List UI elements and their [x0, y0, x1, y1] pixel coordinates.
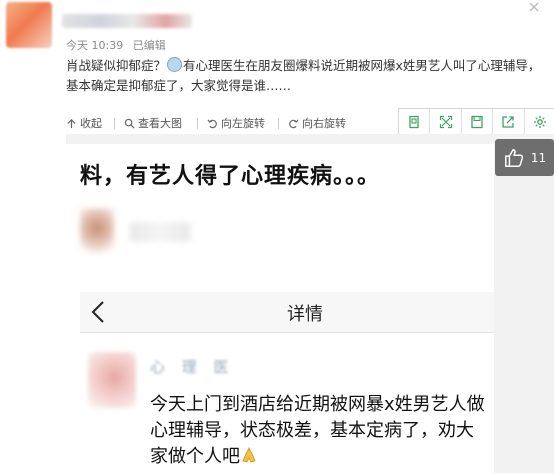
save-button[interactable]: [462, 109, 494, 135]
fullscreen-button[interactable]: [430, 109, 462, 135]
rotate-right-label: 向右旋转: [302, 117, 346, 130]
image-action-group: [398, 108, 554, 136]
magnifier-icon: [124, 118, 135, 129]
fullscreen-icon: [439, 115, 452, 129]
rotate-left-icon: [207, 118, 217, 128]
rotate-right-icon: [289, 118, 299, 128]
chat-avatar: [88, 352, 136, 408]
blurred-avatar: [80, 208, 114, 258]
divider: [278, 118, 279, 129]
edited-label: 已编辑: [132, 39, 166, 52]
post-text: 肖战疑似抑郁症？ 有心理医生在朋友圈爆料说近期被网爆x姓男艺人叫了心理辅导，基本确…: [66, 56, 546, 96]
divider: [197, 118, 198, 129]
settings-icon: [533, 116, 546, 128]
collapse-button[interactable]: 收起: [66, 115, 102, 131]
share-button[interactable]: [493, 109, 525, 135]
like-count: 11: [530, 150, 547, 165]
save-icon: [471, 115, 483, 129]
screenshot-nav-title: 详情: [287, 304, 323, 325]
view-original-icon: [409, 115, 419, 129]
thumbs-up-icon: [504, 148, 523, 167]
post-meta: 今天 10:39 已编辑: [66, 37, 172, 53]
chat-message: 今天上门到酒店给近期被网暴x姓男艺人做心理辅导，状态极差，基本定病了，劝大家做个…: [150, 392, 490, 470]
view-large-label: 查看大图: [138, 117, 182, 130]
divider: [114, 118, 115, 129]
thinking-emoji-icon: [167, 57, 183, 72]
chat-sender-name: 心 理 医: [150, 358, 235, 376]
blurred-name: [130, 222, 190, 242]
settings-button[interactable]: [525, 109, 554, 135]
like-button[interactable]: 11: [495, 139, 554, 176]
rotate-right-button[interactable]: 向右旋转: [288, 115, 346, 131]
rotate-left-label: 向左旋转: [221, 117, 265, 130]
view-original-button[interactable]: [399, 109, 431, 135]
post-text-part1: 肖战疑似抑郁症？: [66, 58, 167, 73]
arrow-up-icon: [67, 118, 76, 128]
collapse-label: 收起: [80, 117, 102, 130]
chat-message-text: 今天上门到酒店给近期被网暴x姓男艺人做心理辅导，状态极差，基本定病了，劝大家做个…: [150, 394, 485, 467]
avatar[interactable]: [6, 2, 52, 48]
close-icon[interactable]: [518, 0, 550, 14]
username-blurred[interactable]: [62, 14, 192, 28]
image-headline: 料，有艺人得了心理疾病。。。: [80, 164, 381, 189]
back-chevron-icon: [91, 301, 104, 323]
post-time: 今天 10:39: [66, 39, 124, 52]
rotate-left-button[interactable]: 向左旋转: [207, 115, 265, 131]
view-large-button[interactable]: 查看大图: [124, 115, 182, 131]
share-icon: [502, 116, 515, 128]
praying-hands-icon: [242, 446, 256, 463]
